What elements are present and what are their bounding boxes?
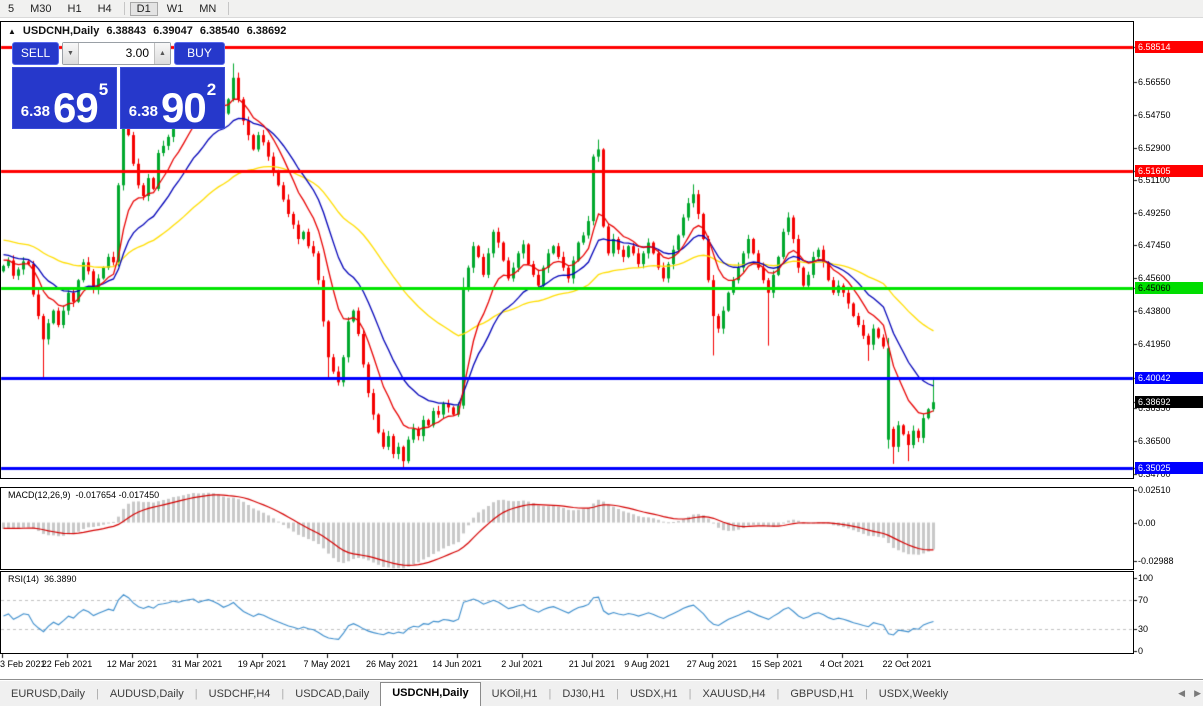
- sell-price-tile[interactable]: 6.38 69 5: [12, 67, 117, 129]
- tab-usdcnh-daily[interactable]: USDCNH,Daily: [380, 682, 481, 706]
- chart-title: ▲ USDCNH,Daily 6.38843 6.39047 6.38540 6…: [8, 25, 286, 37]
- tab-ukoil-h1[interactable]: UKOil,H1: [481, 683, 549, 706]
- buy-price-small: 6.38: [128, 103, 158, 120]
- tabbar-scroll-left-icon[interactable]: ◀: [1178, 688, 1185, 699]
- date-tick-label: 19 Apr 2021: [237, 659, 287, 669]
- tab-eurusd-daily[interactable]: EURUSD,Daily: [0, 683, 96, 706]
- macd-tick-label: 0.00: [1138, 517, 1156, 528]
- sell-price-sup: 5: [98, 80, 109, 99]
- rsi-label: RSI(14) 36.3890: [8, 574, 77, 584]
- timeframe-button-h4[interactable]: H4: [91, 2, 119, 16]
- buy-price-sup: 2: [206, 80, 217, 99]
- trading-platform-window: 5 M30 H1 H4 D1 W1 MN ▲ USDCNH,Daily 6.38843 6.…: [0, 0, 1203, 706]
- tabbar-scroll-right-icon[interactable]: ▶: [1194, 688, 1201, 699]
- symbol-tabbar: ◀ ▶ EURUSD,Daily | AUDUSD,Daily | USDCHF,H4 |…: [0, 679, 1203, 706]
- chart-symbol-label: USDCNH,Daily: [22, 25, 100, 37]
- volume-input[interactable]: 3.00: [79, 43, 154, 64]
- price-tick-label: 6.43800: [1138, 305, 1171, 316]
- ohlc-close: 6.38692: [246, 25, 287, 37]
- date-tick-label: 26 May 2021: [365, 659, 419, 669]
- macd-name: MACD(12,26,9): [8, 490, 71, 500]
- macd-label: MACD(12,26,9) -0.017654 -0.017450: [8, 490, 159, 500]
- toolbar-separator: [228, 2, 230, 15]
- ohlc-open: 6.38843: [106, 25, 147, 37]
- volume-stepper: ▼ 3.00 ▲: [62, 42, 171, 65]
- rsi-tick-label: 70: [1138, 594, 1149, 605]
- tab-usdchf-h4[interactable]: USDCHF,H4: [198, 683, 282, 706]
- price-level-badge: 6.40042: [1135, 372, 1203, 384]
- rsi-tick-label: 100: [1138, 573, 1154, 583]
- timeframe-button-d1[interactable]: D1: [129, 1, 158, 16]
- toolbar-separator: [123, 2, 125, 15]
- timeframe-button-h1[interactable]: H1: [61, 2, 89, 16]
- price-tick-label: 6.54750: [1138, 109, 1171, 120]
- buy-price-tile[interactable]: 6.38 90 2: [120, 67, 225, 129]
- date-tick-label: 14 Jun 2021: [432, 659, 482, 669]
- sell-price-small: 6.38: [20, 103, 50, 120]
- price-level-badge: 6.45060: [1135, 282, 1203, 295]
- one-click-trade-panel: SELL ▼ 3.00 ▲ BUY 6.38 69 5 6.38 90 2: [12, 42, 225, 131]
- tab-xauusd-h4[interactable]: XAUUSD,H4: [692, 683, 777, 706]
- tab-dj30-h1[interactable]: DJ30,H1: [551, 683, 616, 706]
- tab-audusd-daily[interactable]: AUDUSD,Daily: [99, 683, 195, 706]
- date-tick-label: 9 Aug 2021: [624, 659, 670, 669]
- price-level-badge: 6.58514: [1135, 41, 1203, 54]
- ohlc-high: 6.39047: [153, 25, 193, 37]
- date-tick-label: 2 Jul 2021: [501, 659, 543, 669]
- date-tick-label: 27 Aug 2021: [686, 659, 738, 669]
- timeframe-button-w1[interactable]: W1: [160, 2, 191, 16]
- price-level-badge: 6.38692: [1135, 396, 1203, 409]
- date-tick-label: 3 Feb 2021: [0, 659, 46, 669]
- collapse-icon[interactable]: ▲: [8, 27, 16, 36]
- timeframe-button-mn[interactable]: MN: [192, 2, 223, 16]
- tab-gbpusd-h1[interactable]: GBPUSD,H1: [779, 683, 865, 706]
- macd-tick-label: 0.02510: [1138, 484, 1171, 495]
- rsi-tick-label: 0: [1138, 646, 1144, 657]
- macd-tick-label: -0.02988: [1138, 556, 1174, 567]
- date-tick-label: 12 Mar 2021: [106, 659, 158, 669]
- sell-button[interactable]: SELL: [12, 42, 59, 65]
- price-level-badge: 6.51605: [1135, 164, 1203, 177]
- buy-price-big: 90: [161, 84, 207, 132]
- date-tick-label: 21 Jul 2021: [568, 659, 616, 669]
- price-tick-label: 6.47450: [1138, 240, 1171, 251]
- date-tick-label: 22 Feb 2021: [41, 659, 93, 669]
- macd-values: -0.017654 -0.017450: [75, 490, 160, 500]
- ohlc-low: 6.38540: [199, 25, 240, 37]
- date-tick-label: 7 May 2021: [303, 659, 351, 669]
- volume-decrease-icon[interactable]: ▼: [63, 43, 79, 64]
- rsi-name: RSI(14): [8, 574, 40, 584]
- price-tick-label: 6.49250: [1138, 208, 1171, 219]
- date-tick-label: 4 Oct 2021: [819, 659, 865, 669]
- date-tick-label: 22 Oct 2021: [882, 659, 932, 669]
- timeframe-toolbar: 5 M30 H1 H4 D1 W1 MN: [0, 0, 1203, 18]
- price-level-badge: 6.35025: [1135, 461, 1203, 474]
- price-tick-label: 6.36500: [1138, 436, 1171, 447]
- rsi-value: 36.3890: [44, 574, 77, 584]
- date-tick-label: 15 Sep 2021: [751, 659, 803, 669]
- timeframe-button-m30[interactable]: M30: [23, 2, 58, 16]
- date-tick-label: 31 Mar 2021: [171, 659, 223, 669]
- price-tick-label: 6.52900: [1138, 142, 1171, 153]
- timeframe-button-5[interactable]: 5: [1, 2, 21, 16]
- tab-usdx-h1[interactable]: USDX,H1: [619, 683, 689, 706]
- volume-increase-icon[interactable]: ▲: [154, 43, 170, 64]
- tab-usdcad-daily[interactable]: USDCAD,Daily: [284, 683, 380, 706]
- sell-price-big: 69: [53, 84, 99, 132]
- price-tick-label: 6.41950: [1138, 338, 1171, 349]
- tab-usdx-weekly[interactable]: USDX,Weekly: [868, 683, 959, 706]
- price-tick-label: 6.56550: [1138, 77, 1171, 88]
- rsi-tick-label: 30: [1138, 624, 1149, 635]
- buy-button[interactable]: BUY: [174, 42, 225, 65]
